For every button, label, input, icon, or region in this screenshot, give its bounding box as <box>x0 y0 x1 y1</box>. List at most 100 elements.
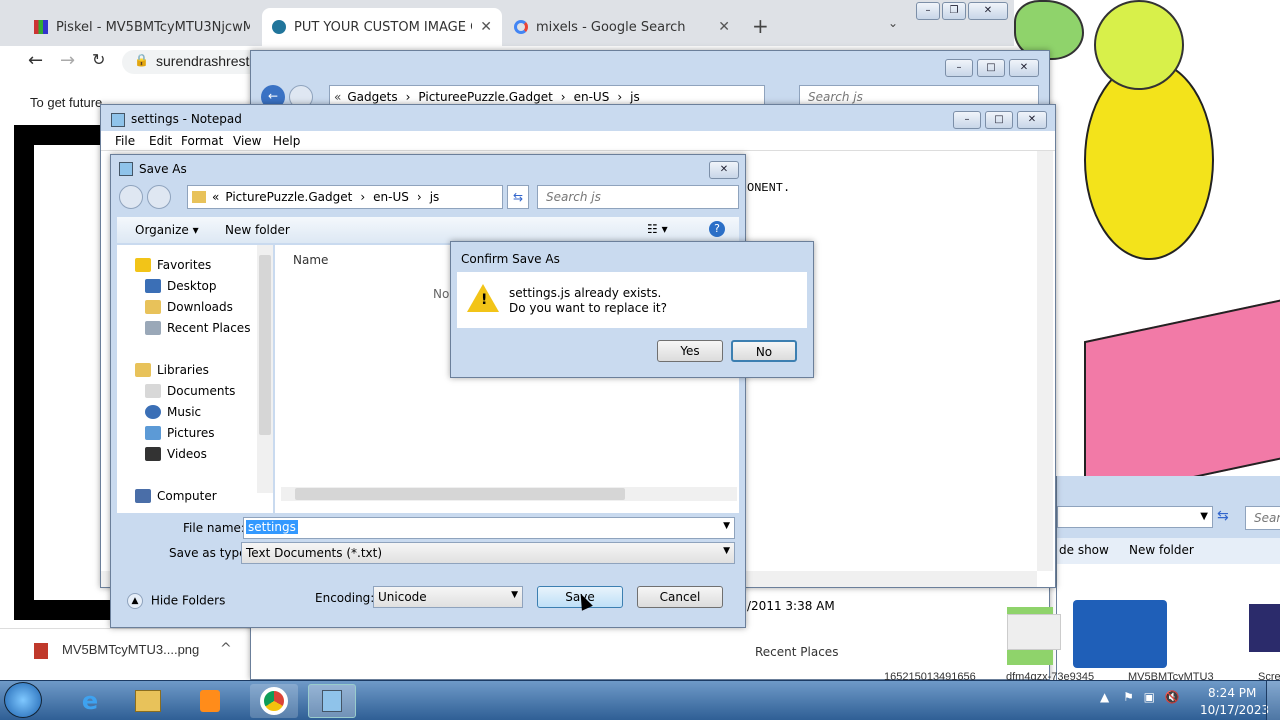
minimize-button[interactable]: – <box>945 59 973 77</box>
maximize-button[interactable]: □ <box>985 111 1013 129</box>
vertical-scrollbar[interactable] <box>1037 151 1053 571</box>
search-input[interactable]: Searc <box>1245 506 1280 530</box>
show-hidden-icons[interactable]: ▲ <box>1100 690 1109 704</box>
thumbnail[interactable] <box>1249 604 1280 652</box>
png-file-icon <box>34 643 48 659</box>
minimize-button[interactable]: – <box>916 2 940 20</box>
window-title: settings - Notepad <box>131 112 242 126</box>
no-button[interactable]: No <box>731 340 797 362</box>
menu-help[interactable]: Help <box>273 134 300 148</box>
tab-piskel[interactable]: Piskel - MV5BMTcyMTU3NjcwMV <box>24 8 260 46</box>
libraries-header[interactable]: Libraries <box>135 360 209 380</box>
nav-item-computer[interactable]: Computer <box>135 486 217 506</box>
nav-item-desktop[interactable]: Desktop <box>145 276 217 296</box>
nav-forward-icon[interactable] <box>147 185 171 209</box>
new-folder-button[interactable]: New folder <box>225 223 290 237</box>
chrome-tab-strip: Piskel - MV5BMTcyMTU3NjcwMV PUT YOUR CUS… <box>0 0 1014 46</box>
help-icon[interactable]: ? <box>709 221 725 237</box>
nav-back-icon[interactable] <box>119 185 143 209</box>
download-filename[interactable]: MV5BMTcyMTU3....png <box>62 642 199 657</box>
menu-format[interactable]: Format <box>181 134 223 148</box>
path-segment[interactable]: en-US <box>574 90 610 104</box>
clock-time[interactable]: 8:24 PM <box>1208 686 1256 700</box>
path-segment[interactable]: PictureePuzzle.Gadget <box>418 90 552 104</box>
back-arrow-icon[interactable]: ← <box>28 50 43 71</box>
thumbnail[interactable] <box>1007 614 1061 650</box>
close-button[interactable]: ✕ <box>968 2 1008 20</box>
close-button[interactable]: ✕ <box>709 161 739 179</box>
nav-item-videos[interactable]: Videos <box>145 444 207 464</box>
cancel-button[interactable]: Cancel <box>637 586 723 608</box>
restore-button[interactable]: ❐ <box>942 2 966 20</box>
menu-view[interactable]: View <box>233 134 261 148</box>
chevron-up-icon[interactable]: ^ <box>220 641 232 657</box>
nav-item-downloads[interactable]: Downloads <box>145 297 233 317</box>
wordpress-icon <box>272 20 286 34</box>
refresh-icon[interactable]: ⇆ <box>507 185 529 209</box>
media-player-icon[interactable] <box>186 684 234 718</box>
encoding-select[interactable]: Unicode ▼ <box>373 586 523 608</box>
show-desktop-button[interactable] <box>1266 681 1280 720</box>
chrome-icon[interactable] <box>250 684 298 718</box>
path-segment[interactable]: js <box>430 190 440 204</box>
cartoon-character-yellow <box>1084 60 1214 260</box>
path-segment[interactable]: en-US <box>373 190 409 204</box>
yes-button[interactable]: Yes <box>657 340 723 362</box>
dialog-title: Confirm Save As <box>461 252 560 266</box>
start-button[interactable] <box>4 682 42 718</box>
new-tab-button[interactable]: + <box>752 14 769 38</box>
favorites-header[interactable]: Favorites <box>135 255 211 275</box>
nav-item-pictures[interactable]: Pictures <box>145 423 215 443</box>
search-input[interactable]: Search js <box>537 185 739 209</box>
refresh-icon[interactable]: ⇆ <box>1217 508 1229 524</box>
path-segment[interactable]: PicturePuzzle.Gadget <box>225 190 352 204</box>
message-line-1: settings.js already exists. <box>509 286 662 300</box>
minimize-button[interactable]: – <box>953 111 981 129</box>
thumbnail[interactable] <box>1073 600 1167 668</box>
horizontal-scrollbar[interactable] <box>281 487 737 501</box>
address-dropdown[interactable]: ▼ <box>1057 506 1213 528</box>
notepad-icon[interactable] <box>308 684 356 718</box>
notepad-icon <box>119 162 133 176</box>
new-folder-button[interactable]: New folder <box>1129 543 1194 557</box>
volume-icon[interactable]: 🔇 <box>1165 690 1180 704</box>
menu-file[interactable]: File <box>115 134 135 148</box>
reload-icon[interactable]: ↻ <box>92 50 105 69</box>
maximize-button[interactable]: □ <box>977 59 1005 77</box>
chevron-down-icon[interactable]: ⌄ <box>888 16 898 30</box>
folder-icon <box>192 191 206 203</box>
path-segment[interactable]: Gadgets <box>347 90 397 104</box>
close-button[interactable]: ✕ <box>1009 59 1039 77</box>
star-icon <box>135 258 151 272</box>
file-name-label: File name: <box>183 521 245 535</box>
menu-edit[interactable]: Edit <box>149 134 172 148</box>
recent-places-item[interactable]: Recent Places <box>755 645 838 659</box>
close-icon[interactable]: ✕ <box>718 19 730 35</box>
flag-icon[interactable]: ⚑ <box>1123 690 1134 704</box>
organize-button[interactable]: Organize ▾ <box>135 223 199 237</box>
view-options-icon[interactable]: ☷ ▾ <box>647 222 668 236</box>
address-path[interactable]: « PicturePuzzle.Gadget › en-US › js <box>187 185 503 209</box>
tab-custom-image[interactable]: PUT YOUR CUSTOM IMAGE ON W ✕ <box>262 8 502 46</box>
close-icon[interactable]: ✕ <box>480 19 492 35</box>
nav-item-documents[interactable]: Documents <box>145 381 235 401</box>
file-explorer-icon[interactable] <box>124 684 172 718</box>
libraries-icon <box>135 363 151 377</box>
path-segment[interactable]: js <box>630 90 640 104</box>
forward-arrow-icon[interactable]: → <box>60 50 75 71</box>
tab-google-search[interactable]: mixels - Google Search ✕ <box>504 8 740 46</box>
file-name-input[interactable]: settings ▼ <box>243 517 735 539</box>
close-button[interactable]: ✕ <box>1017 111 1047 129</box>
toolbar: de show New folder <box>1057 538 1280 564</box>
nav-scrollbar[interactable] <box>257 245 273 493</box>
nav-item-recent-places[interactable]: Recent Places <box>145 318 250 338</box>
save-as-type-select[interactable]: Text Documents (*.txt) ▼ <box>241 542 735 564</box>
hide-folders-button[interactable]: ▲ Hide Folders <box>127 593 225 609</box>
nav-item-music[interactable]: Music <box>145 402 201 422</box>
internet-explorer-icon[interactable]: e <box>66 684 114 718</box>
column-header-name[interactable]: Name <box>293 253 328 267</box>
clock-date[interactable]: 10/17/2023 <box>1200 703 1269 717</box>
slide-show-button[interactable]: de show <box>1059 543 1109 557</box>
tab-title: Piskel - MV5BMTcyMTU3NjcwMV <box>56 19 250 35</box>
network-icon[interactable]: ▣ <box>1144 690 1155 704</box>
